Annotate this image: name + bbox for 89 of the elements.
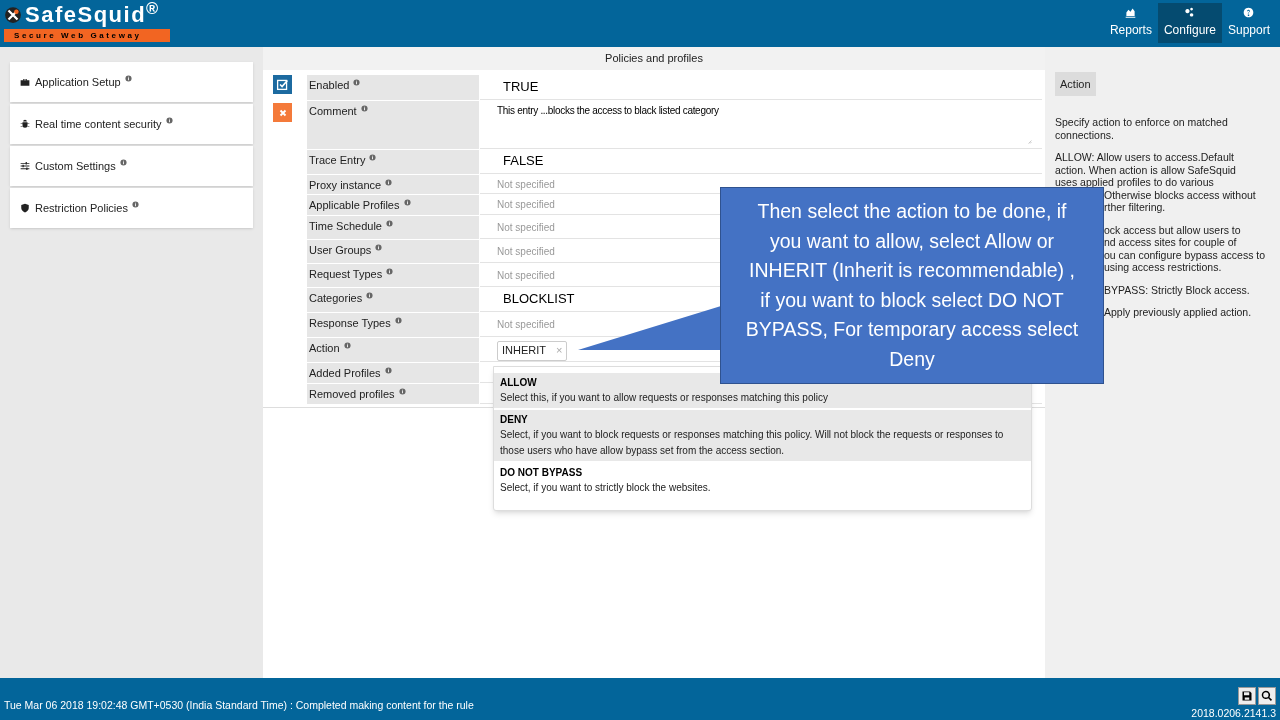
info-icon <box>386 268 394 275</box>
info-icon <box>385 220 393 227</box>
sidebar-item-label: Custom Settings <box>35 158 116 174</box>
panel-title: Policies and profiles <box>263 47 1045 70</box>
dropdown-option[interactable]: DO NOT BYPASS Select, if you want to strictly block the websites. <box>494 463 1031 498</box>
info-icon <box>394 317 402 324</box>
help-text: action. When action is allow SafeSquid <box>1055 163 1236 176</box>
help-text: Specify action to enforce on matched <box>1055 116 1228 129</box>
comment-field[interactable]: This entry ...blocks the access to black listed category <box>497 103 719 118</box>
sidebar-item[interactable]: Application Setup <box>10 62 253 102</box>
info-icon <box>131 201 139 208</box>
help-text: nd access sites for couple of <box>1104 236 1237 249</box>
option-title: DENY <box>500 413 529 427</box>
field-label: Categories <box>309 291 363 306</box>
info-icon <box>165 117 173 124</box>
checkbox-icon[interactable] <box>273 75 292 94</box>
sidebar-item[interactable]: Restriction Policies <box>10 188 253 228</box>
logo-title: SafeSquid$^{®}$ <box>25 2 160 28</box>
help-text: Apply previously applied action. <box>1104 306 1252 319</box>
nav-tab[interactable]: Support <box>1221 3 1276 43</box>
option-title: ALLOW <box>500 376 538 390</box>
bug-icon <box>20 119 30 129</box>
info-icon <box>369 154 377 161</box>
info-icon <box>403 199 411 206</box>
version-label: 2018.0206.2141.3 <box>1191 708 1276 718</box>
help-text: rther filtering. <box>1104 201 1166 214</box>
logo-icon <box>4 6 22 24</box>
info-icon <box>353 79 361 86</box>
field-value: BLOCKLIST <box>502 289 575 308</box>
delete-button[interactable] <box>273 103 292 122</box>
option-description: Select this, if you want to allow requests or responses matching this policy <box>500 391 829 405</box>
help-text: using access restrictions. <box>1104 261 1222 274</box>
sliders-icon <box>20 161 30 171</box>
info-icon <box>343 342 351 349</box>
field-label: Trace Entry <box>309 153 366 168</box>
help-text: ALLOW: Allow users to access.Default <box>1055 151 1234 164</box>
info-icon <box>360 105 368 112</box>
field-label: Response Types <box>309 316 391 331</box>
field-label: Enabled <box>309 78 350 93</box>
field-label: Applicable Profiles <box>309 198 400 213</box>
info-icon <box>385 179 393 186</box>
field-label: User Groups <box>309 243 372 258</box>
check-mark-icon <box>276 78 289 91</box>
field-label: Action <box>309 341 340 356</box>
help-title: Action <box>1055 72 1096 96</box>
help-text: Otherwise blocks access without <box>1104 188 1256 201</box>
search-icon <box>1261 690 1273 702</box>
chart-icon <box>1125 7 1137 18</box>
shield-icon <box>20 203 30 213</box>
sidebar-item-label: Real time content security <box>35 116 162 132</box>
field-label: Proxy instance <box>309 178 382 193</box>
field-value: TRUE <box>502 77 539 96</box>
close-icon <box>277 107 288 118</box>
help-icon <box>1243 7 1255 18</box>
info-icon <box>375 244 383 251</box>
field-label: Time Schedule <box>309 219 382 234</box>
field-label: Comment <box>309 104 357 119</box>
field-value: FALSE <box>502 151 544 170</box>
field-label: Removed profiles <box>309 387 395 402</box>
callout-tooltip: Then select the action to be done, if you want to allow, select Allow or INHERIT (Inherit is recommendable) , if you want to block select DO NOT BYPASS, For temporary access select Deny <box>720 187 1104 384</box>
info-icon <box>384 367 392 374</box>
help-text: connections. <box>1055 128 1114 141</box>
status-message: Tue Mar 06 2018 19:02:48 GMT+0530 (India Standard Time) : Completed making content for the rule <box>4 698 474 714</box>
save-button[interactable] <box>1238 687 1256 705</box>
info-icon <box>366 292 374 299</box>
info-icon <box>398 388 406 395</box>
option-description: Select, if you want to strictly block the websites. <box>500 481 712 495</box>
info-icon <box>119 159 127 166</box>
save-icon <box>1241 690 1253 702</box>
field-label: Request Types <box>309 267 383 282</box>
briefcase-icon <box>20 77 30 87</box>
search-button[interactable] <box>1258 687 1276 705</box>
nav-tab[interactable]: Configure <box>1157 3 1222 43</box>
help-text: BYPASS: Strictly Block access. <box>1104 283 1250 296</box>
selected-tag[interactable]: INHERIT × <box>497 340 568 361</box>
dropdown-option[interactable]: DENY Select, if you want to block requests or responses matching this policy. Will not block the requests or responses to those users who have allow bypass set from the access section. <box>494 410 1031 461</box>
option-description: Select, if you want to block requests or responses matching this policy. Will not block the requests or responses to those users who have allow bypass set from the access section. <box>500 428 1005 458</box>
help-text: uses applied profiles to do various <box>1055 176 1214 189</box>
sidebar-item-label: Application Setup <box>35 74 121 90</box>
help-text: ou can configure bypass access to <box>1104 248 1266 261</box>
info-icon <box>124 75 132 82</box>
sidebar-item[interactable]: Custom Settings <box>10 146 253 186</box>
help-text: ock access but allow users to <box>1104 223 1241 236</box>
logo-subtitle: Secure Web Gateway <box>4 29 170 42</box>
option-title: DO NOT BYPASS <box>500 466 584 480</box>
sidebar-item[interactable]: Real time content security <box>10 104 253 144</box>
nav-tab[interactable]: Reports <box>1103 3 1158 43</box>
sidebar-item-label: Restriction Policies <box>35 200 128 216</box>
field-label: Added Profiles <box>309 366 381 381</box>
